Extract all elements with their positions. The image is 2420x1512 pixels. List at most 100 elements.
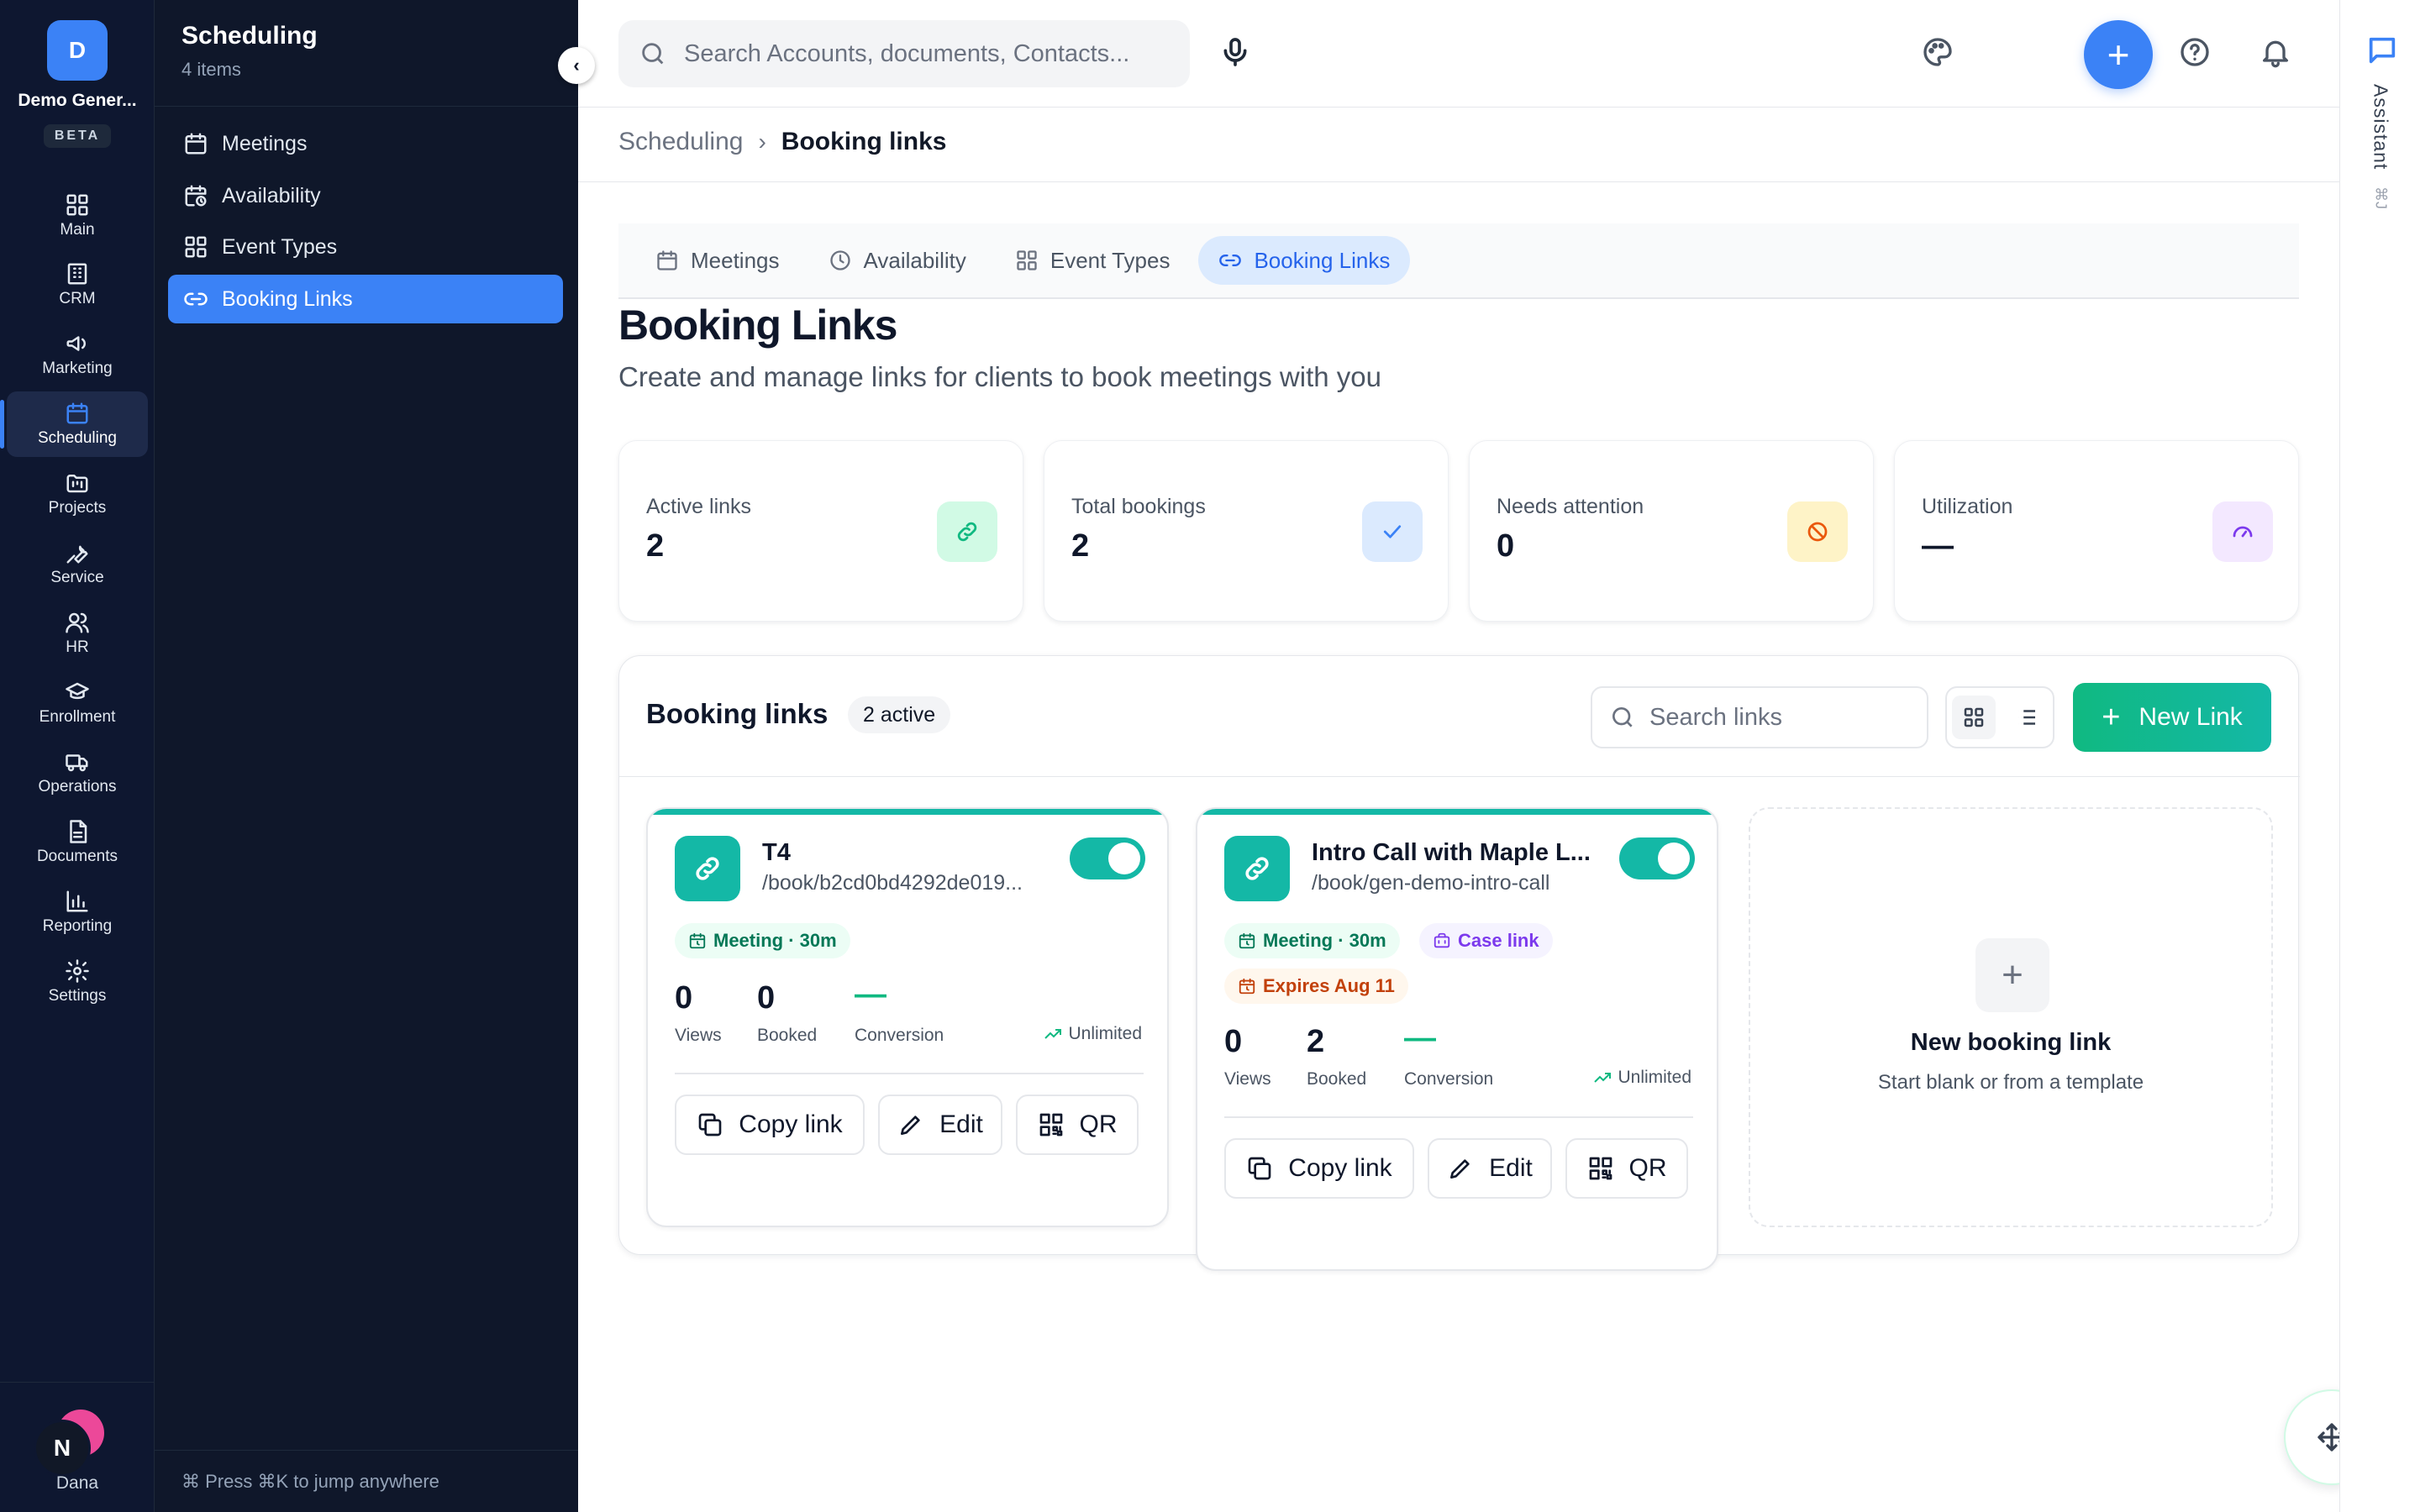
enable-toggle[interactable] bbox=[1070, 837, 1145, 879]
link-search[interactable] bbox=[1591, 686, 1928, 748]
calendar-clock-icon bbox=[1239, 932, 1255, 949]
sidebar-item-booking-links[interactable]: Booking Links bbox=[168, 275, 563, 323]
create-button[interactable]: + bbox=[2084, 20, 2153, 89]
button-label: QR bbox=[1628, 1154, 1667, 1182]
edit-button[interactable]: Edit bbox=[878, 1095, 1002, 1155]
rail-item-reporting[interactable]: Reporting bbox=[7, 879, 148, 945]
tab-availability[interactable]: Availability bbox=[808, 236, 986, 285]
booking-links-panel: Booking links 2 active + New Link bbox=[618, 655, 2300, 1271]
pencil-icon bbox=[1450, 1159, 1470, 1179]
active-count-badge: 2 active bbox=[848, 696, 951, 733]
global-search[interactable] bbox=[618, 20, 1190, 87]
breadcrumb-current: Booking links bbox=[781, 128, 947, 155]
assistant-strip[interactable]: Assistant ⌘J bbox=[2339, 0, 2420, 1512]
metric-booked-label: Booked bbox=[757, 1026, 818, 1045]
rail-item-settings[interactable]: Settings bbox=[7, 949, 148, 1015]
meeting-duration-chip: Meeting · 30m bbox=[1224, 923, 1400, 958]
case-link-chip: Case link bbox=[1419, 923, 1553, 958]
edit-button[interactable]: Edit bbox=[1428, 1138, 1552, 1199]
calendar-icon bbox=[185, 133, 207, 155]
workspace-name[interactable]: Demo Gener... bbox=[0, 91, 155, 111]
copy-link-button[interactable]: Copy link bbox=[1224, 1138, 1414, 1199]
rail-item-label: Documents bbox=[36, 848, 118, 865]
graduation-cap-icon bbox=[66, 682, 89, 700]
building-icon bbox=[67, 263, 87, 285]
calendar-clock-icon bbox=[689, 932, 706, 949]
chip-label: Meeting · 30m bbox=[1263, 930, 1386, 951]
qr-code-icon bbox=[1039, 1113, 1062, 1137]
metric-booked-label: Booked bbox=[1307, 1069, 1367, 1089]
copy-link-button[interactable]: Copy link bbox=[675, 1095, 865, 1155]
divider bbox=[578, 181, 2339, 182]
ban-icon bbox=[1787, 501, 1848, 562]
truck-icon bbox=[66, 754, 88, 772]
sidebar-item-label: Meetings bbox=[222, 131, 308, 155]
tab-label: Event Types bbox=[1050, 247, 1171, 273]
qr-button[interactable]: QR bbox=[1565, 1138, 1688, 1199]
rail-item-projects[interactable]: Projects bbox=[7, 461, 148, 527]
assistant-label[interactable]: Assistant bbox=[2370, 84, 2392, 170]
button-label: Copy link bbox=[739, 1110, 843, 1138]
rail-item-operations[interactable]: Operations bbox=[7, 740, 148, 806]
enable-toggle[interactable] bbox=[1619, 837, 1695, 879]
help-button[interactable] bbox=[2178, 35, 2215, 72]
new-booking-link-card[interactable]: + New booking link Start blank or from a… bbox=[1749, 807, 2273, 1227]
list-view-button[interactable] bbox=[2005, 696, 2049, 739]
tab-bar: Meetings Availability Event Types Bookin… bbox=[618, 223, 2299, 299]
button-label: Copy link bbox=[1288, 1154, 1392, 1182]
rail-item-label: Scheduling bbox=[37, 429, 118, 447]
stat-value: 2 bbox=[646, 528, 665, 564]
breadcrumb: Scheduling › Booking links bbox=[618, 128, 946, 156]
global-search-input[interactable] bbox=[684, 39, 1155, 68]
rail-item-label: CRM bbox=[59, 290, 96, 307]
chat-icon[interactable] bbox=[2365, 34, 2399, 67]
user-name: Dana bbox=[55, 1473, 99, 1493]
sidebar-item-availability[interactable]: Availability bbox=[168, 171, 563, 220]
chip-label: Case link bbox=[1458, 930, 1539, 951]
grid-view-button[interactable] bbox=[1951, 696, 1996, 739]
breadcrumb-root[interactable]: Scheduling bbox=[618, 128, 743, 156]
card-name: Intro Call with Maple L... bbox=[1312, 839, 1591, 866]
sidebar-item-event-types[interactable]: Event Types bbox=[168, 223, 563, 271]
rail-item-label: Service bbox=[50, 569, 104, 586]
top-bar: + bbox=[578, 0, 2339, 108]
sidebar-item-meetings[interactable]: Meetings bbox=[168, 119, 563, 168]
card-url: /book/b2cd0bd4292de019... bbox=[762, 871, 1023, 895]
metric-booked-value: 2 bbox=[1307, 1024, 1325, 1059]
rail-item-enrollment[interactable]: Enrollment bbox=[7, 670, 148, 736]
theme-button[interactable] bbox=[1921, 35, 1958, 72]
notifications-button[interactable] bbox=[2259, 35, 2296, 72]
rail-item-main[interactable]: Main bbox=[7, 183, 148, 249]
page-title: Booking Links bbox=[618, 302, 897, 349]
qr-button[interactable]: QR bbox=[1016, 1095, 1139, 1155]
rail-item-crm[interactable]: CRM bbox=[7, 252, 148, 318]
divider bbox=[155, 106, 578, 107]
collapse-sidebar-button[interactable]: ‹ bbox=[558, 47, 595, 84]
user-avatar[interactable]: N bbox=[34, 1410, 104, 1477]
divider bbox=[675, 1073, 1144, 1074]
voice-search-button[interactable] bbox=[1218, 35, 1252, 72]
rail-item-hr[interactable]: HR bbox=[7, 601, 148, 666]
rail-item-label: HR bbox=[66, 638, 89, 656]
mic-icon bbox=[1223, 38, 1247, 66]
list-icon bbox=[2018, 710, 2035, 725]
link-icon bbox=[675, 836, 740, 901]
main-content: + Scheduling › Booking links Meetings Av… bbox=[578, 0, 2339, 1512]
section-sidebar: Scheduling 4 items Meetings Availability… bbox=[155, 0, 578, 1512]
new-link-button[interactable]: + New Link bbox=[2073, 683, 2271, 752]
check-icon bbox=[1362, 501, 1423, 562]
rail-item-service[interactable]: Service bbox=[7, 531, 148, 596]
plus-icon: + bbox=[1975, 938, 2049, 1012]
tab-booking-links[interactable]: Booking Links bbox=[1198, 236, 1411, 285]
metric-views-label: Views bbox=[675, 1026, 722, 1045]
workspace-avatar[interactable]: D bbox=[47, 20, 108, 81]
tab-event-types[interactable]: Event Types bbox=[995, 236, 1191, 285]
rail-item-scheduling[interactable]: Scheduling bbox=[0, 391, 148, 457]
tab-meetings[interactable]: Meetings bbox=[635, 236, 800, 285]
calendar-clock-icon bbox=[185, 185, 207, 207]
tab-label: Meetings bbox=[691, 247, 780, 273]
rail-item-documents[interactable]: Documents bbox=[7, 810, 148, 875]
rail-item-marketing[interactable]: Marketing bbox=[7, 322, 148, 387]
link-search-input[interactable] bbox=[1649, 703, 1918, 732]
card-url: /book/gen-demo-intro-call bbox=[1312, 871, 1550, 895]
